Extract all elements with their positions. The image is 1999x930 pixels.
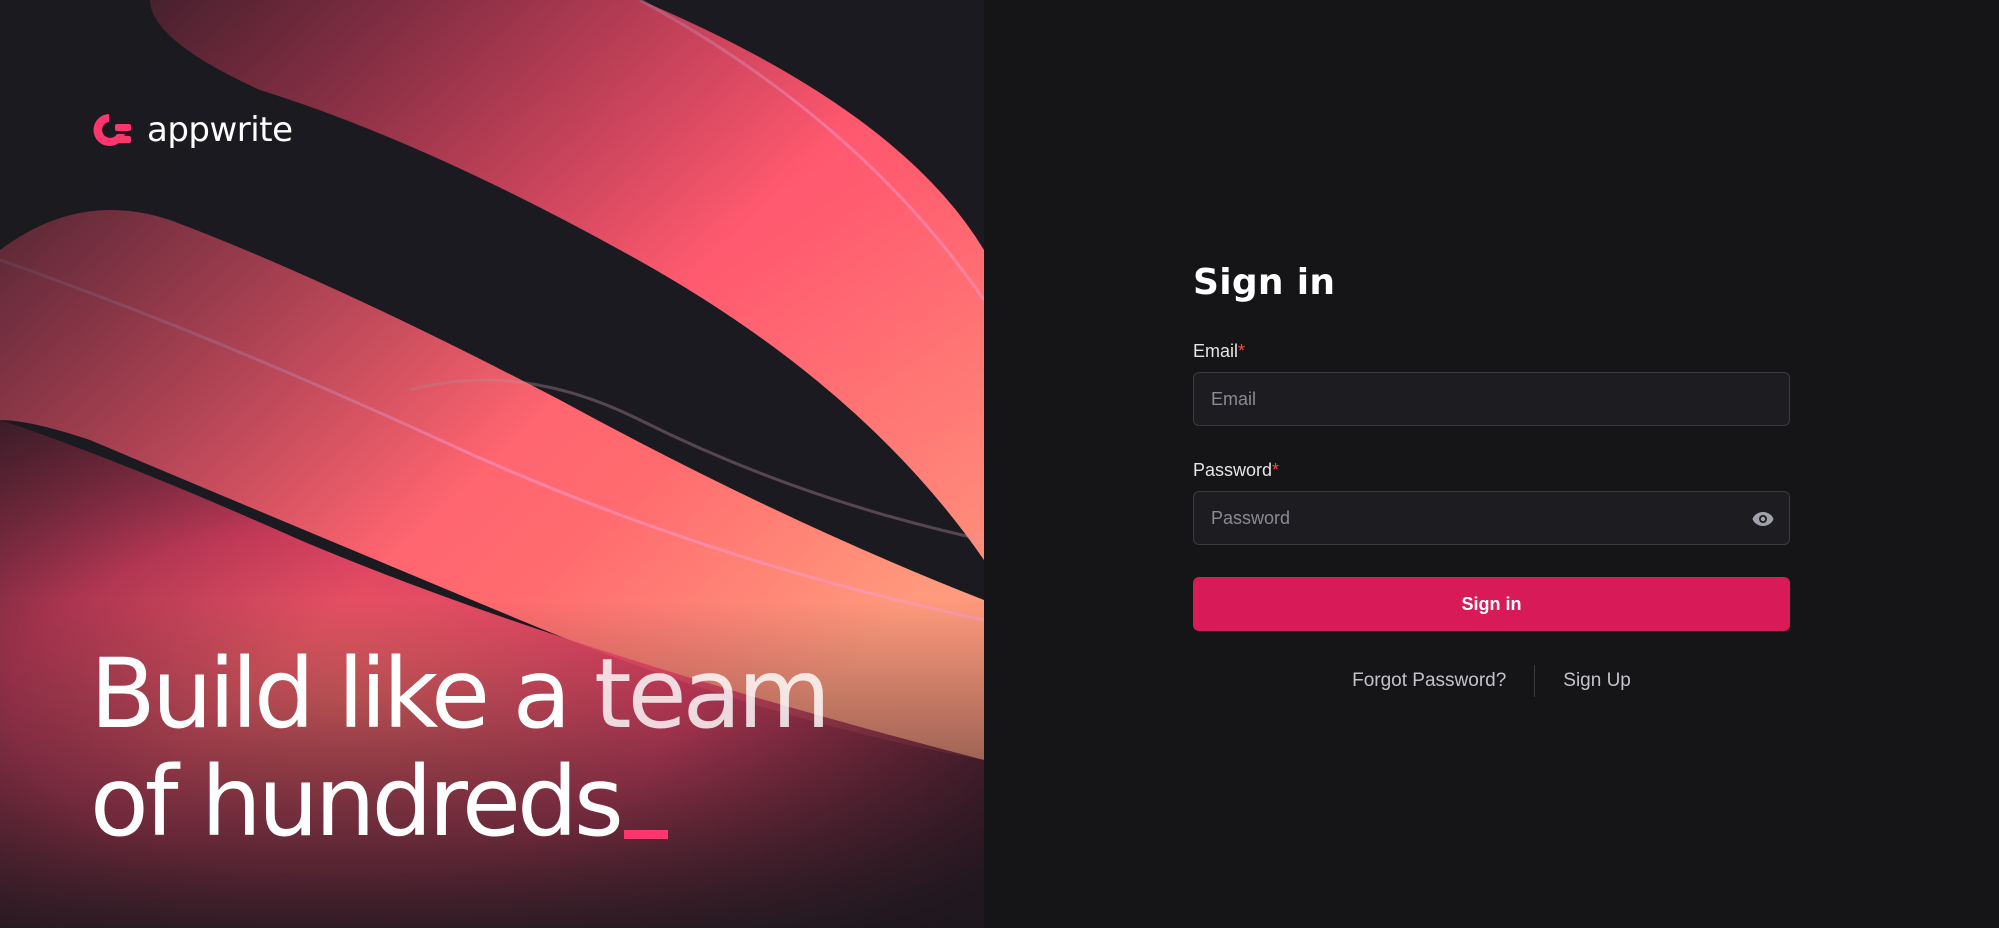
- required-mark: *: [1238, 341, 1246, 361]
- hero-headline: Build like a team of hundreds: [90, 638, 831, 858]
- page-title: Sign in: [1193, 262, 1336, 303]
- password-group: Password*: [1193, 460, 1790, 545]
- auth-links: Forgot Password? Sign Up: [1193, 665, 1790, 697]
- signin-button[interactable]: Sign in: [1193, 577, 1790, 631]
- signin-panel: Sign in Email* Password* Sig: [984, 0, 1999, 928]
- headline-highlight: team: [593, 638, 831, 750]
- hero-panel: appwrite Build like a team of hundreds: [0, 0, 984, 928]
- password-field-box: [1193, 491, 1790, 545]
- email-group: Email*: [1193, 341, 1790, 426]
- forgot-password-link[interactable]: Forgot Password?: [1352, 670, 1506, 692]
- eye-icon[interactable]: [1751, 507, 1775, 531]
- password-input[interactable]: [1194, 492, 1789, 544]
- email-label: Email*: [1193, 341, 1790, 362]
- brand-name: appwrite: [147, 110, 293, 150]
- signup-link[interactable]: Sign Up: [1563, 670, 1631, 692]
- headline-line-2: of hundreds: [90, 746, 624, 858]
- email-field-box: [1193, 372, 1790, 426]
- password-label-text: Password: [1193, 460, 1273, 480]
- required-mark: *: [1272, 460, 1280, 480]
- brand-logo[interactable]: appwrite: [89, 110, 293, 150]
- headline-part-1: Build like a: [90, 638, 594, 750]
- divider: [1534, 665, 1536, 697]
- password-label: Password*: [1193, 460, 1790, 481]
- appwrite-logo-icon: [93, 114, 131, 146]
- typing-cursor: [623, 830, 668, 839]
- email-input[interactable]: [1194, 373, 1789, 425]
- signin-form: Sign in Email* Password* Sig: [1193, 262, 1790, 697]
- app-root: appwrite Build like a team of hundreds Si…: [0, 0, 1999, 928]
- email-label-text: Email: [1193, 341, 1239, 361]
